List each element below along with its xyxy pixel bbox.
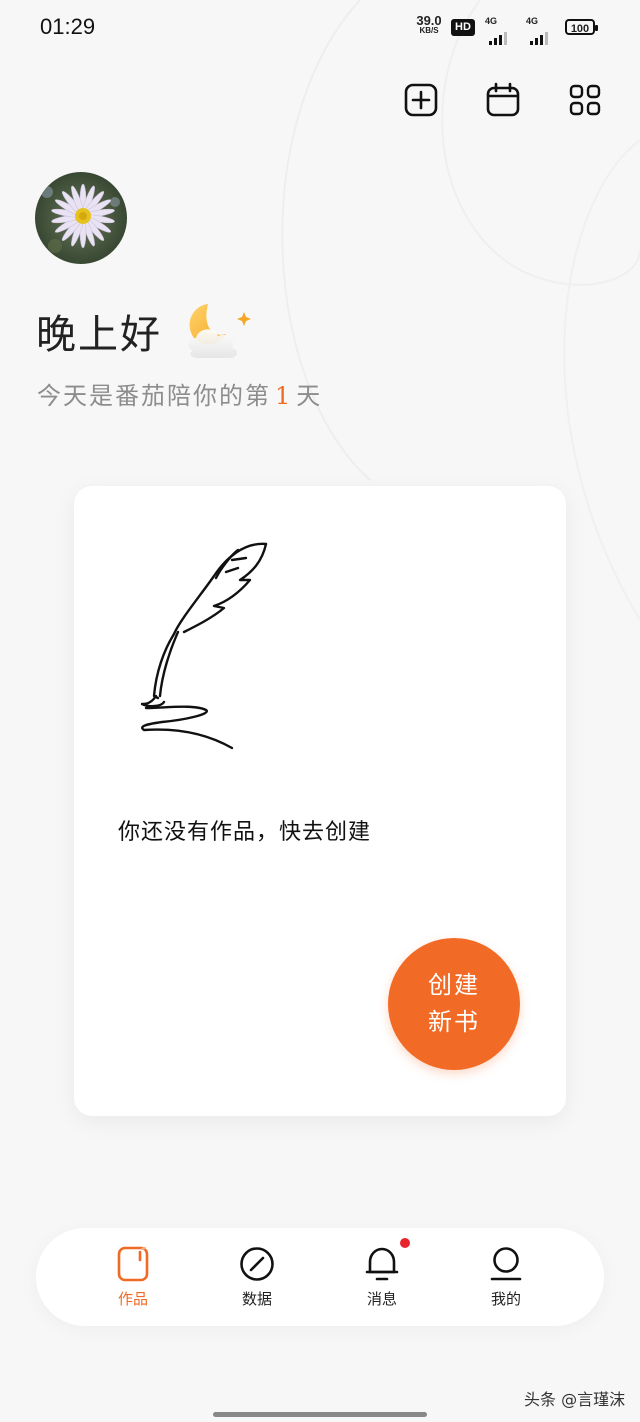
- signal-icon: 4G: [485, 14, 519, 45]
- bell-icon: [365, 1247, 399, 1281]
- add-square-icon[interactable]: [403, 82, 439, 118]
- nav-item-data[interactable]: 数据: [217, 1246, 297, 1312]
- moon-cloud-icon: [188, 304, 251, 358]
- profile-icon: [490, 1247, 522, 1281]
- greeting-title: 晚上好: [36, 312, 162, 358]
- hd-badge: HD: [451, 19, 475, 36]
- avatar-flower-image: [35, 172, 127, 264]
- nav-label-messages: 消息: [366, 1290, 397, 1308]
- nav-item-messages[interactable]: 消息: [342, 1246, 422, 1312]
- days-accompanied-text: 今天是番茄陪你的第 1 天: [37, 376, 322, 411]
- works-empty-card: 你还没有作品，快去创建 创建新书: [74, 486, 566, 1116]
- network-speed: 39.0 KB/S: [412, 14, 446, 36]
- day-count: 1: [275, 382, 293, 410]
- status-bar: 01:29 39.0 KB/S HD 4G 4G 100: [0, 0, 640, 56]
- avatar[interactable]: [35, 172, 127, 264]
- empty-works-text: 你还没有作品，快去创建: [118, 820, 372, 845]
- nav-label-data: 数据: [241, 1290, 272, 1308]
- create-new-book-button[interactable]: 创建新书: [388, 938, 520, 1070]
- signal-label: 4G: [526, 16, 539, 26]
- nav-label-me: 我的: [490, 1290, 521, 1308]
- bottom-nav: 作品 数据 消息 我的: [36, 1228, 604, 1326]
- watermark: 头条 @言瑾沫: [524, 1390, 626, 1409]
- grid-apps-icon[interactable]: [567, 82, 603, 118]
- nav-item-me[interactable]: 我的: [466, 1246, 546, 1312]
- signal-label: 4G: [485, 16, 498, 26]
- status-time: 01:29: [40, 14, 96, 39]
- subline-suffix: 天: [296, 382, 323, 410]
- battery-icon: 100: [565, 19, 598, 35]
- create-new-book-label: 创建新书: [428, 971, 480, 1036]
- signal-icon: 4G: [526, 14, 560, 45]
- calendar-icon[interactable]: [485, 82, 521, 118]
- works-icon: [117, 1246, 149, 1282]
- data-icon: [240, 1247, 274, 1281]
- unread-badge-dot: [400, 1238, 410, 1248]
- nav-label-works: 作品: [117, 1290, 148, 1308]
- subline-prefix: 今天是番茄陪你的第: [37, 382, 271, 410]
- quill-pen-icon: [140, 542, 268, 750]
- home-indicator[interactable]: [213, 1412, 427, 1417]
- nav-item-works[interactable]: 作品: [93, 1246, 173, 1312]
